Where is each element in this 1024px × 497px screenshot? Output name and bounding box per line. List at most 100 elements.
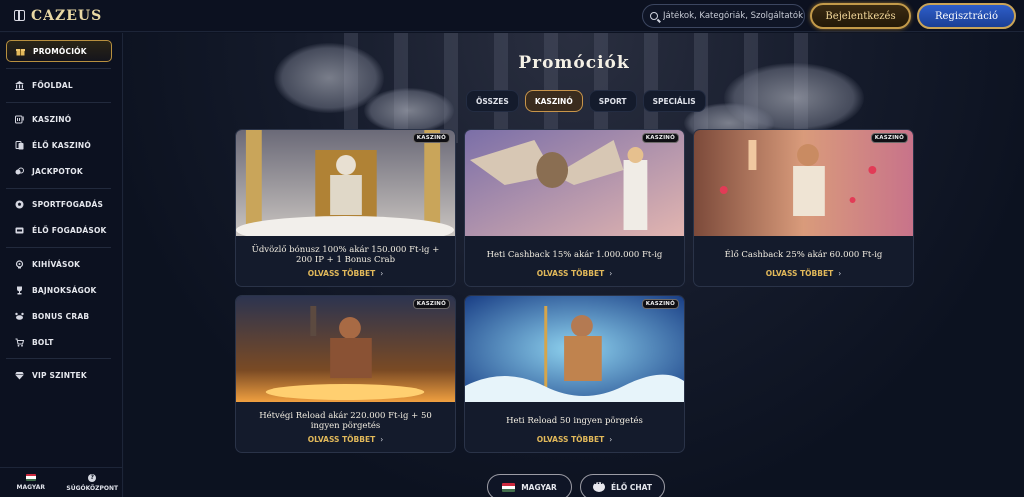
tab-all[interactable]: ÖSSZES [466,90,519,112]
login-button[interactable]: Bejelentkezés [810,3,911,29]
poseidon-wave-image [465,296,684,402]
diamond-icon [15,371,24,380]
sidebar-footer: MAGYAR ? SÚGÓKÖZPONT [0,467,123,497]
cloud-decoration [364,88,454,133]
main-content: Promóciók ÖSSZES KASZINÓ SPORT SPECIÁLIS… [124,33,1024,497]
sidebar-item-live-betting[interactable]: ÉLŐ FOGADÁSOK [6,219,112,241]
read-more-link[interactable]: OLVASS TÖBBET › [236,269,455,278]
crab-icon [15,312,24,321]
promo-card[interactable]: KASZINÓ Üdvözlő bónusz 100% akár 150.000… [235,129,456,287]
sidebar-item-promotions[interactable]: PROMÓCIÓK [6,40,112,62]
promo-tabs: ÖSSZES KASZINÓ SPORT SPECIÁLIS [466,90,706,112]
live-icon [15,226,24,235]
language-switcher[interactable]: MAGYAR [0,468,62,497]
ball-icon [15,200,24,209]
hungary-flag-icon [502,482,516,492]
search-input[interactable] [663,11,803,21]
sidebar-item-label: BOLT [32,337,54,347]
sidebar-item-casino[interactable]: KASZINÓ [6,108,112,130]
live-chat-label: ÉLŐ CHAT [610,482,652,492]
sidebar-item-label: JACKPOTOK [32,166,83,176]
owl-athena-image [465,130,684,236]
promo-title: Hétvégi Reload akár 220.000 Ft-ig + 50 i… [259,411,432,431]
promo-title: Élő Cashback 25% akár 60.000 Ft-ig [724,250,883,260]
category-badge: KASZINÓ [412,299,450,309]
cards-icon [15,140,24,150]
sidebar-item-label: BONUS CRAB [32,311,90,321]
language-button-label: MAGYAR [521,482,557,492]
top-bar: CAZEUS Bejelentkezés Regisztráció [0,0,1024,32]
help-center-link[interactable]: ? SÚGÓKÖZPONT [62,468,124,497]
promo-title: Heti Reload 50 ingyen pörgetés [506,416,643,426]
chat-icon [592,479,605,492]
promo-card[interactable]: KASZINÓ Heti Cashback 15% akár 1.000.000… [464,129,685,287]
divider [6,188,111,189]
slot-icon [15,115,24,124]
divider [6,247,111,248]
read-more-link[interactable]: OLVASS TÖBBET › [465,269,684,278]
sidebar-item-jackpots[interactable]: JACKPOTOK [6,160,112,182]
divider [6,358,111,359]
sidebar-item-tournaments[interactable]: BAJNOKSÁGOK [6,279,112,301]
read-more-link[interactable]: OLVASS TÖBBET › [694,269,913,278]
sidebar-item-label: KASZINÓ [32,114,72,124]
register-button[interactable]: Regisztráció [917,3,1016,29]
sidebar-item-home[interactable]: FŐOLDAL [6,74,112,96]
trophy-icon [15,286,24,295]
read-more-label: OLVASS TÖBBET [536,435,605,444]
logo[interactable]: CAZEUS [14,8,102,24]
hungary-flag-icon [25,474,36,481]
promo-title: Üdvözlő bónusz 100% akár 150.000 Ft-ig +… [251,245,440,265]
sidebar-item-sports-betting[interactable]: SPORTFOGADÁS [6,193,112,215]
tab-sport[interactable]: SPORT [588,90,637,112]
read-more-label: OLVASS TÖBBET [307,435,376,444]
language-button[interactable]: MAGYAR [487,474,572,497]
read-more-link[interactable]: OLVASS TÖBBET › [236,435,455,444]
gift-icon [16,47,25,56]
live-chat-button[interactable]: ÉLŐ CHAT [580,474,665,497]
sidebar-item-label: PROMÓCIÓK [33,46,87,56]
chevron-right-icon: › [380,435,384,444]
sidebar: PROMÓCIÓK FŐOLDAL KASZINÓ ÉLŐ KASZINÓ JA… [0,33,123,497]
read-more-link[interactable]: OLVASS TÖBBET › [465,435,684,444]
promo-card[interactable]: KASZINÓ Hétvégi Reload akár 220.000 Ft-i… [235,295,456,453]
divider [6,102,111,103]
category-badge: KASZINÓ [412,133,450,143]
chevron-right-icon: › [838,269,842,278]
promo-card[interactable]: KASZINÓ Heti Reload 50 ingyen pörgetés O… [464,295,685,453]
sidebar-item-live-casino[interactable]: ÉLŐ KASZINÓ [6,134,112,156]
zeus-throne-image [236,130,455,236]
read-more-label: OLVASS TÖBBET [765,269,834,278]
chevron-right-icon: › [609,269,613,278]
tab-special[interactable]: SPECIÁLIS [642,90,706,112]
search-icon [650,12,658,20]
sidebar-item-label: BAJNOKSÁGOK [32,285,97,295]
sidebar-item-label: FŐOLDAL [32,80,73,90]
promo-card[interactable]: KASZINÓ Élő Cashback 25% akár 60.000 Ft-… [693,129,914,287]
tab-casino[interactable]: KASZINÓ [524,90,583,112]
building-icon [15,80,24,90]
category-badge: KASZINÓ [870,133,908,143]
logo-text: CAZEUS [31,7,103,24]
sidebar-item-label: ÉLŐ KASZINÓ [32,140,91,150]
cart-icon [15,338,24,347]
chevron-right-icon: › [609,435,613,444]
language-label: MAGYAR [16,484,45,491]
search-box[interactable] [642,4,805,28]
sidebar-item-challenges[interactable]: KIHÍVÁSOK [6,253,112,275]
sidebar-item-bonus-crab[interactable]: BONUS CRAB [6,305,112,327]
sidebar-toggle-icon[interactable] [14,10,25,21]
bottom-actions: MAGYAR ÉLŐ CHAT [487,474,665,497]
sidebar-item-vip-levels[interactable]: VIP SZINTEK [6,364,112,386]
promo-title: Heti Cashback 15% akár 1.000.000 Ft-ig [486,250,663,260]
read-more-label: OLVASS TÖBBET [536,269,605,278]
chevron-right-icon: › [380,269,384,278]
medal-icon [15,259,24,269]
sidebar-item-label: SPORTFOGADÁS [32,199,104,209]
dionysus-celebration-image [694,130,913,236]
sidebar-item-label: ÉLŐ FOGADÁSOK [32,225,107,235]
jackpot-icon [15,167,24,176]
sidebar-item-shop[interactable]: BOLT [6,331,112,353]
hephaestus-forge-image [236,296,455,402]
page-title: Promóciók [518,53,630,73]
